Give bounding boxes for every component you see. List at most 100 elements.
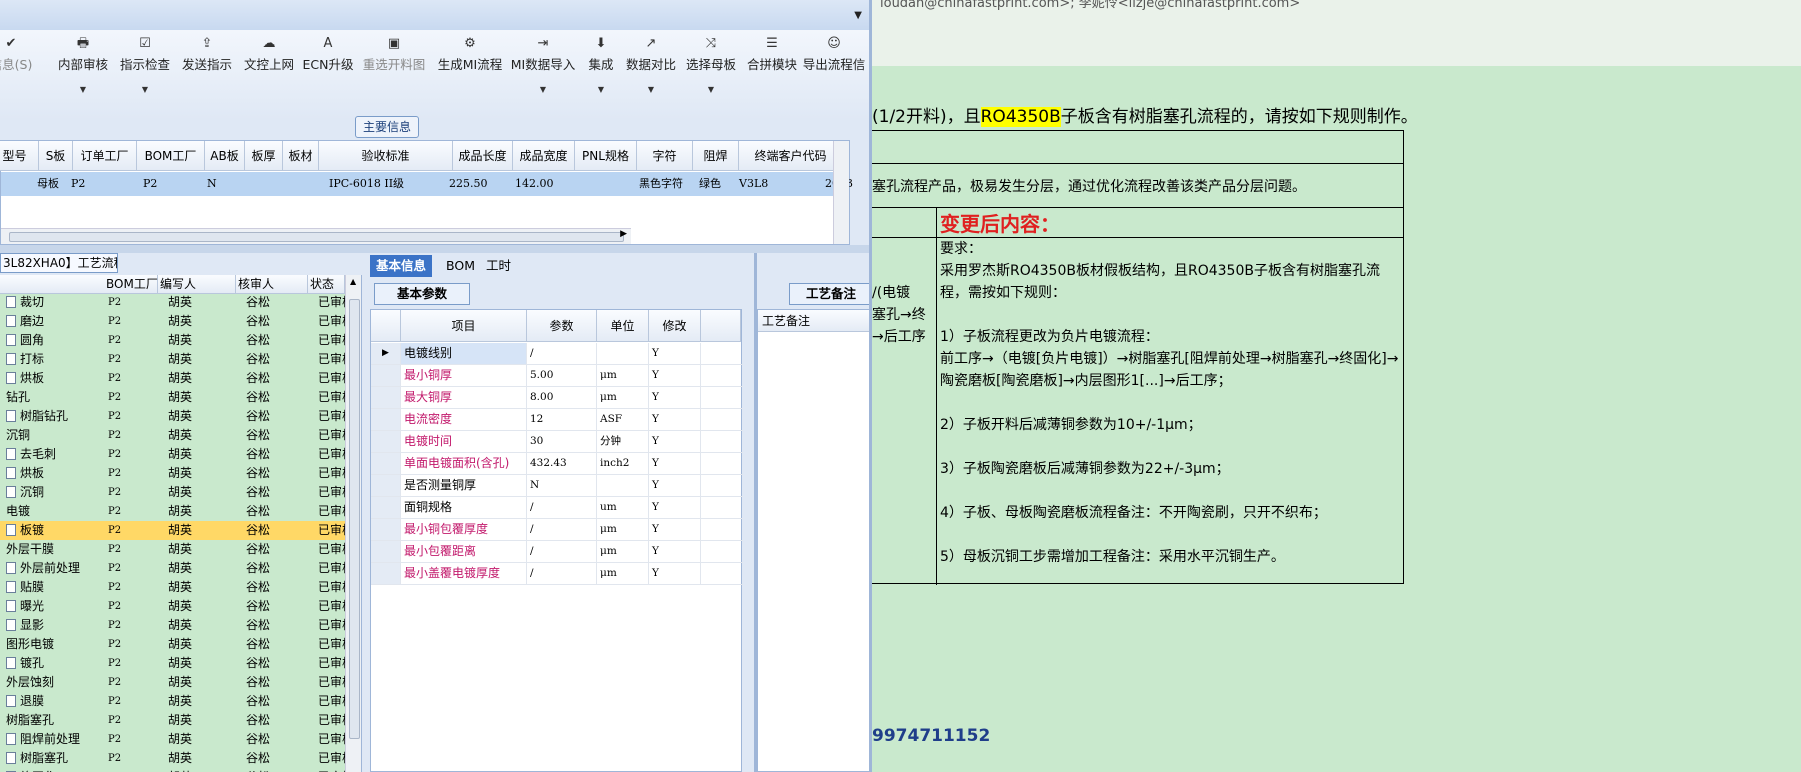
param-param[interactable]: 30 (527, 431, 597, 452)
toolbar-button[interactable]: ▣ 重选开料图 (358, 30, 430, 120)
toolbar-button[interactable]: ⤨ 选择母板 ▼ (682, 30, 740, 120)
process-row[interactable]: 外层干膜 P2 胡英 谷松 已审核 (0, 540, 354, 559)
process-row[interactable]: 沉铜 P2 胡英 谷松 已审核 (0, 483, 354, 502)
parameter-row[interactable]: 最小铜厚 5.00 μm Y (371, 365, 743, 387)
param-unit[interactable]: μm (597, 387, 649, 408)
dropdown-arrow-icon[interactable]: ▼ (622, 85, 680, 94)
process-row[interactable]: 打标 P2 胡英 谷松 已审核 (0, 350, 354, 369)
process-row[interactable]: 磨边 P2 胡英 谷松 已审核 (0, 312, 354, 331)
process-scrollbar[interactable]: ▲ (345, 275, 361, 772)
parameter-row[interactable]: 最小盖覆电镀厚度 / μm Y (371, 563, 743, 585)
param-param[interactable]: / (527, 497, 597, 518)
parameter-row[interactable]: 电流密度 12 ASF Y (371, 409, 743, 431)
param-mod[interactable]: Y (649, 475, 701, 496)
column-header[interactable]: 板材 (283, 141, 319, 171)
process-row[interactable]: 树脂塞孔 P2 胡英 谷松 已审核 (0, 711, 354, 730)
column-header[interactable]: BOM工厂 (137, 141, 205, 171)
process-flow-tab[interactable]: 3L82XHA0】工艺流程 (0, 253, 118, 273)
column-header[interactable]: 修改 (649, 310, 701, 342)
param-unit[interactable]: μm (597, 563, 649, 584)
grid-cell[interactable]: 142.00 (513, 173, 554, 195)
column-header[interactable]: PNL规格 (575, 141, 637, 171)
row-header[interactable] (371, 519, 401, 540)
dropdown-arrow-icon[interactable]: ▼ (52, 85, 114, 94)
grid-cell[interactable]: IPC-6018 II级 (327, 173, 404, 195)
row-header[interactable] (371, 453, 401, 474)
remark-tab[interactable]: 工艺备注 (789, 283, 869, 305)
param-mod[interactable]: Y (649, 409, 701, 430)
toolbar-button[interactable]: ⚙ 生成MI流程 (432, 30, 508, 120)
process-row[interactable]: 沉铜 P2 胡英 谷松 已审核 (0, 426, 354, 445)
column-header[interactable]: 验收标准 (319, 141, 453, 171)
process-row[interactable]: 烘板 P2 胡英 谷松 已审核 (0, 464, 354, 483)
process-row[interactable]: 外层前处理 P2 胡英 谷松 已审核 (0, 559, 354, 578)
scrollbar-thumb[interactable] (349, 299, 360, 739)
scrollbar-thumb[interactable] (9, 232, 624, 242)
dropdown-arrow-icon[interactable]: ▼ (682, 85, 740, 94)
param-unit[interactable]: ASF (597, 409, 649, 430)
column-header[interactable]: 核审人 (236, 275, 308, 294)
param-mod[interactable]: Y (649, 497, 701, 518)
toolbar-button[interactable]: ☑ 指示检查 ▼ (114, 30, 176, 120)
basic-params-tab[interactable]: 基本参数 (374, 283, 470, 305)
row-header[interactable] (371, 475, 401, 496)
column-header[interactable]: AB板 (205, 141, 245, 171)
column-header[interactable]: 板厚 (245, 141, 283, 171)
param-param[interactable]: / (527, 343, 597, 364)
column-header[interactable]: BOM工厂 (104, 275, 158, 294)
process-row[interactable]: 图形电镀 P2 胡英 谷松 已审核 (0, 635, 354, 654)
parameter-row[interactable]: 最大铜厚 8.00 μm Y (371, 387, 743, 409)
row-header[interactable] (371, 365, 401, 386)
process-row[interactable]: 镀孔 P2 胡英 谷松 已审核 (0, 654, 354, 673)
parameter-row[interactable]: 面铜规格 / um Y (371, 497, 743, 519)
tab-work-hours[interactable]: 工时 (480, 255, 517, 277)
grid-cell[interactable]: P2 (141, 173, 157, 195)
process-row[interactable]: 裁切 P2 胡英 谷松 已审核 (0, 293, 354, 312)
process-row[interactable]: 去毛刺 P2 胡英 谷松 已审核 (0, 445, 354, 464)
param-unit[interactable] (597, 343, 649, 364)
process-row[interactable]: 树脂钻孔 P2 胡英 谷松 已审核 (0, 407, 354, 426)
param-mod[interactable]: Y (649, 519, 701, 540)
param-param[interactable]: N (527, 475, 597, 496)
row-header[interactable] (371, 497, 401, 518)
process-row[interactable]: 树脂塞孔 P2 胡英 谷松 已审核 (0, 749, 354, 768)
parameter-row[interactable]: ▶ 电镀线别 / Y (371, 343, 743, 365)
parameter-row[interactable]: 是否测量铜厚 N Y (371, 475, 743, 497)
tab-bom[interactable]: BOM (440, 255, 481, 277)
param-param[interactable]: 5.00 (527, 365, 597, 386)
process-row[interactable]: 烘板 P2 胡英 谷松 已审核 (0, 369, 354, 388)
column-header[interactable]: 项目 (401, 310, 527, 342)
toolbar-button[interactable]: ⇥ MI数据导入 ▼ (508, 30, 578, 120)
grid-cell[interactable]: 绿色 (697, 173, 721, 195)
column-header[interactable]: 单位 (597, 310, 649, 342)
process-row[interactable]: 曝光 P2 胡英 谷松 已审核 (0, 597, 354, 616)
grid-cell[interactable]: V3L8 (737, 173, 768, 195)
param-mod[interactable]: Y (649, 431, 701, 452)
param-unit[interactable]: μm (597, 541, 649, 562)
column-header[interactable]: 参数 (527, 310, 597, 342)
panel-splitter[interactable] (0, 245, 869, 253)
param-mod[interactable]: Y (649, 343, 701, 364)
column-header[interactable]: 成品宽度 (513, 141, 575, 171)
process-row[interactable]: 板镀 P2 胡英 谷松 已审核 (0, 521, 354, 540)
toolbar-button[interactable]: 🖶 内部审核 ▼ (52, 30, 114, 120)
toolbar-button[interactable]: ☰ 合拼模块 (744, 30, 800, 120)
toolbar-button[interactable]: ☁ 文控上网 (240, 30, 298, 120)
column-header[interactable]: 终端客户代码 (739, 141, 843, 171)
dropdown-arrow-icon[interactable]: ▼ (114, 85, 176, 94)
param-unit[interactable]: 分钟 (597, 431, 649, 452)
process-row[interactable]: 电镀 P2 胡英 谷松 已审核 (0, 502, 354, 521)
param-mod[interactable]: Y (649, 563, 701, 584)
window-dropdown-icon[interactable]: ▼ (854, 10, 862, 21)
param-unit[interactable]: μm (597, 519, 649, 540)
process-row[interactable]: 贴膜 P2 胡英 谷松 已审核 (0, 578, 354, 597)
grid-cell[interactable]: P2 (69, 173, 85, 195)
row-header[interactable] (371, 541, 401, 562)
param-param[interactable]: 12 (527, 409, 597, 430)
toolbar-button[interactable]: ↗ 数据对比 ▼ (622, 30, 680, 120)
column-header[interactable]: 状态 (308, 275, 345, 294)
process-row[interactable]: 终固化P2胡英谷松已审核 (0, 768, 354, 772)
process-row[interactable]: 显影 P2 胡英 谷松 已审核 (0, 616, 354, 635)
toolbar-button[interactable]: ⇪ 发送指示 (176, 30, 238, 120)
param-mod[interactable]: Y (649, 541, 701, 562)
